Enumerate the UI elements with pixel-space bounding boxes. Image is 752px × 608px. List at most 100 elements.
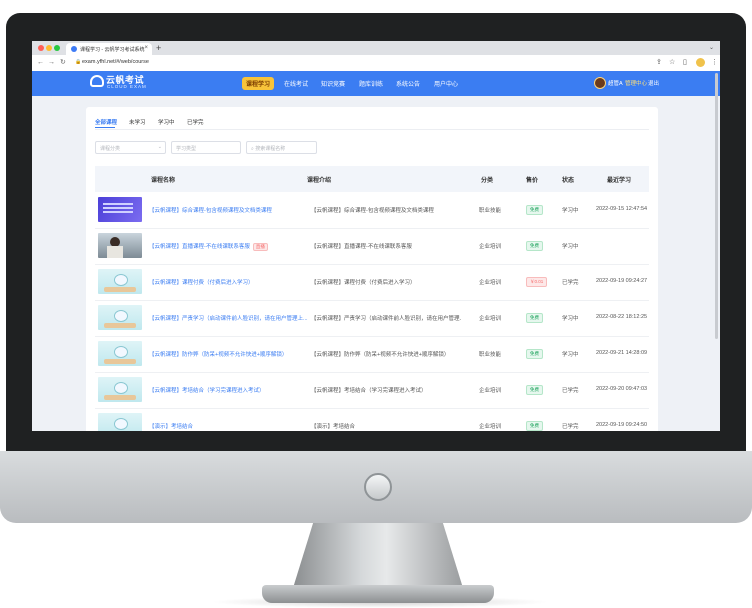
table-row[interactable]: 【云帆课程】综合课程-包含视频课程及文档类课程 【云帆课程】综合课程-包含视频课程… — [95, 192, 649, 229]
tab-title: 课程学习 - 云帆学习考试系统 — [80, 47, 145, 53]
nav-user-center[interactable]: 用户中心 — [434, 79, 458, 88]
recent-study-time: 2022-09-21 14:28:09 — [596, 350, 648, 356]
close-tab-icon[interactable]: × — [144, 45, 148, 51]
avatar[interactable] — [594, 77, 606, 89]
course-name-link[interactable]: 【云帆课程】考培结合（学习完课程进入考试） — [149, 386, 265, 394]
recent-study-time: 2022-09-15 12:47:54 — [596, 206, 648, 212]
course-intro: 【云帆课程】严责学习（启动课件前人脸识别，请在用户管理上... — [311, 316, 461, 322]
recent-study-time: 2022-09-20 09:47:03 — [596, 386, 648, 392]
header-course-name: 课程名称 — [151, 178, 176, 184]
tab-completed[interactable]: 已学完 — [187, 118, 204, 126]
sidebar-icon[interactable]: ▯ — [683, 58, 687, 67]
course-intro: 【演示】考培结合 — [311, 424, 356, 430]
course-category: 企业培训 — [479, 244, 502, 250]
chevron-down-icon[interactable]: ⌄ — [709, 44, 714, 51]
course-category: 企业培训 — [479, 388, 502, 394]
star-icon[interactable]: ☆ — [669, 58, 675, 67]
share-icon[interactable]: ⇪ — [656, 58, 662, 67]
course-name: 【云帆课程】防作弊（防呆+视频不允许快进+顺序解锁） — [149, 352, 288, 358]
browser-tab[interactable]: 课程学习 - 云帆学习考试系统 × — [66, 43, 152, 55]
scrollbar[interactable] — [715, 73, 718, 339]
logo-icon — [90, 75, 104, 87]
search-input[interactable]: ⌕ 搜索课程名称 — [246, 141, 317, 154]
table-row[interactable]: 【云帆课程】考培结合（学习完课程进入考试） 【云帆课程】考培结合（学习完课程进入考… — [95, 372, 649, 409]
table-row[interactable]: 【云帆课程】严责学习（启动课件前人脸识别，请在用户管理上... 【云帆课程】严责学… — [95, 300, 649, 337]
course-intro: 【云帆课程】综合课程-包含视频课程及文档类课程 — [311, 208, 434, 214]
course-intro: 【云帆课程】考培结合（学习完课程进入考试） — [311, 388, 427, 394]
course-status: 学习中 — [562, 352, 579, 358]
search-placeholder: 搜索课程名称 — [255, 146, 286, 152]
profile-icon[interactable] — [696, 58, 705, 67]
study-type-select[interactable]: 学习类型 — [171, 141, 241, 154]
course-status: 已学完 — [562, 388, 579, 394]
course-thumbnail[interactable] — [98, 197, 142, 222]
recent-study-time: 2022-08-22 18:12:25 — [596, 314, 648, 320]
minimize-window-icon[interactable] — [46, 45, 52, 51]
course-thumbnail[interactable] — [98, 341, 142, 366]
nav-knowledge-contest[interactable]: 知识竞赛 — [321, 79, 345, 88]
course-intro: 【云帆课程】防作弊（防呆+视频不允许快进+顺序解锁） — [311, 352, 450, 358]
course-name-link[interactable]: 【云帆课程】严责学习（启动课件前人脸识别，请在用户管理上... — [149, 314, 308, 322]
course-status: 已学完 — [562, 280, 579, 286]
course-status: 已学完 — [562, 424, 579, 430]
price-badge: 免费 — [526, 205, 543, 215]
url-field[interactable]: exam.yfhl.net/#/web/course — [82, 59, 149, 65]
course-status: 学习中 — [562, 316, 579, 322]
more-icon[interactable]: ⋮ — [711, 58, 718, 67]
favicon-icon — [71, 46, 77, 52]
admin-center-link[interactable]: 管理中心 — [625, 79, 647, 87]
lock-icon: 🔒 — [75, 59, 82, 65]
course-name: 【云帆课程】综合课程-包含视频课程及文档类课程 — [149, 208, 272, 214]
tab-not-started[interactable]: 未学习 — [129, 118, 146, 126]
user-name[interactable]: 超管A — [608, 79, 623, 87]
header-price: 售价 — [526, 178, 539, 184]
course-thumbnail[interactable] — [98, 377, 142, 402]
category-select[interactable]: 课程分类 ⌄ — [95, 141, 166, 154]
power-button — [364, 473, 392, 501]
course-name-link[interactable]: 【云帆课程】综合课程-包含视频课程及文档类课程 — [149, 206, 272, 214]
table-row[interactable]: 【云帆课程】直播课程-不在线课联系客服 直播 【云帆课程】直播课程-不在线课联系客服… — [95, 228, 649, 265]
course-name-link[interactable]: 【云帆课程】直播课程-不在线课联系客服 直播 — [149, 242, 268, 251]
address-bar: ← → ↻ 🔒 exam.yfhl.net/#/web/course ⇪ ☆ ▯… — [32, 55, 720, 72]
course-name-link[interactable]: 【演示】考培结合 — [149, 422, 193, 430]
tab-all-courses[interactable]: 全部课程 — [95, 118, 117, 126]
course-thumbnail[interactable] — [98, 305, 142, 330]
back-icon[interactable]: ← — [37, 58, 44, 67]
close-window-icon[interactable] — [38, 45, 44, 51]
course-thumbnail[interactable] — [98, 413, 142, 431]
logout-link[interactable]: 退出 — [648, 79, 659, 87]
nav-online-exam[interactable]: 在线考试 — [284, 79, 308, 88]
course-thumbnail[interactable] — [98, 233, 142, 258]
maximize-window-icon[interactable] — [54, 45, 60, 51]
course-category: 企业培训 — [479, 280, 502, 286]
course-category: 企业培训 — [479, 316, 502, 322]
tabs-divider — [95, 129, 649, 130]
forward-icon[interactable]: → — [48, 58, 55, 67]
course-name: 【云帆课程】考培结合（学习完课程进入考试） — [149, 388, 265, 394]
tab-in-progress[interactable]: 学习中 — [158, 118, 175, 126]
recent-study-time: 2022-09-19 09:24:27 — [596, 278, 648, 284]
site-header: 云帆考试 CLOUD EXAM 课程学习 在线考试 知识竞赛 题库训练 系统公告… — [32, 71, 720, 96]
live-badge: 直播 — [252, 243, 268, 251]
course-name-link[interactable]: 【云帆课程】课程付费（付费后进入学习） — [149, 278, 254, 286]
reload-icon[interactable]: ↻ — [60, 58, 66, 67]
nav-question-bank[interactable]: 题库训练 — [359, 79, 383, 88]
header-category: 分类 — [481, 178, 494, 184]
table-row[interactable]: 【云帆课程】课程付费（付费后进入学习） 【云帆课程】课程付费（付费后进入学习） 企业… — [95, 264, 649, 301]
monitor-stand — [293, 522, 463, 588]
nav-course-learning[interactable]: 课程学习 — [242, 77, 275, 90]
table-header: 课程名称 课程介绍 分类 售价 状态 最近学习 — [95, 166, 649, 192]
new-tab-button[interactable]: + — [156, 43, 161, 53]
course-name: 【云帆课程】严责学习（启动课件前人脸识别，请在用户管理上... — [149, 316, 308, 322]
course-category: 职业技能 — [479, 352, 502, 358]
price-badge: ￥0.01 — [526, 277, 548, 287]
course-thumbnail[interactable] — [98, 269, 142, 294]
price-badge: 免费 — [526, 385, 543, 395]
monitor-stand-base — [262, 585, 494, 603]
price-badge: 免费 — [526, 241, 543, 251]
course-name-link[interactable]: 【云帆课程】防作弊（防呆+视频不允许快进+顺序解锁） — [149, 350, 287, 358]
table-row[interactable]: 【演示】考培结合 【演示】考培结合 企业培训 免费 已学完 2022-09-19 09:2… — [95, 408, 649, 431]
table-row[interactable]: 【云帆课程】防作弊（防呆+视频不允许快进+顺序解锁） 【云帆课程】防作弊（防呆+视… — [95, 336, 649, 373]
nav-announcements[interactable]: 系统公告 — [396, 79, 420, 88]
course-intro: 【云帆课程】课程付费（付费后进入学习） — [311, 280, 416, 286]
